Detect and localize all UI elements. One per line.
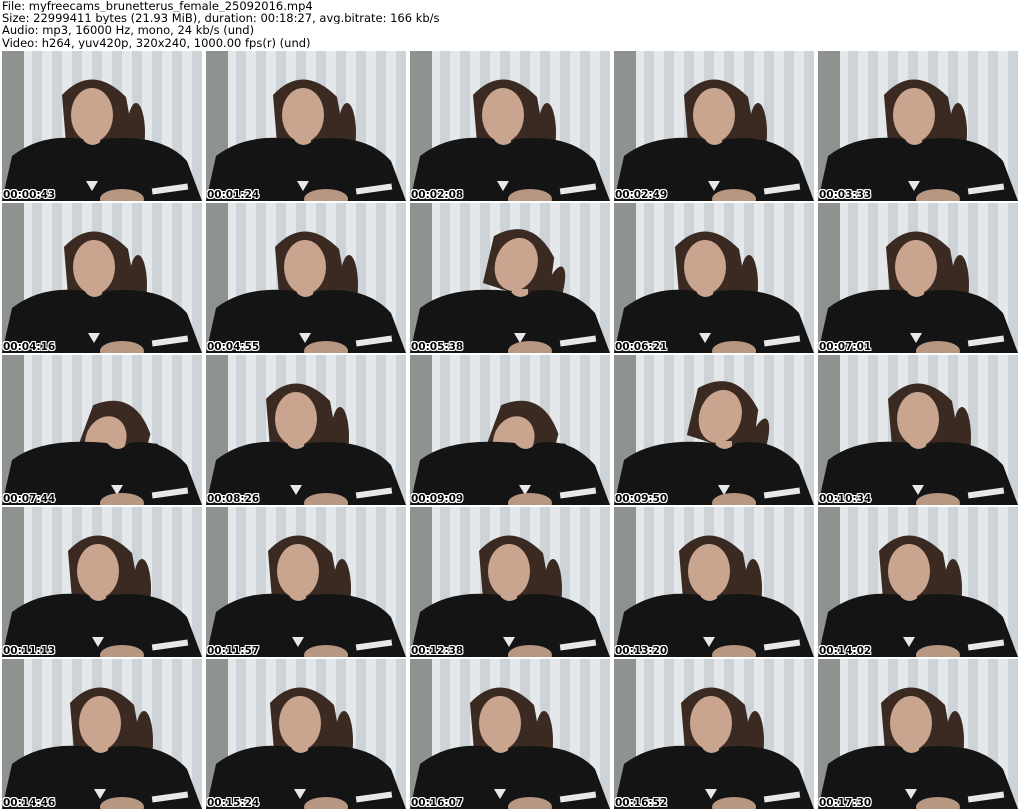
- video-frame-icon: [410, 507, 610, 657]
- thumbnail-grid: 00:00:43 00:01:24 00:02:08 00:02:49 00:0…: [2, 51, 1024, 811]
- video-thumbnail: 00:06:21: [614, 203, 814, 353]
- thumbnail-timestamp: 00:07:44: [3, 493, 56, 505]
- video-frame-icon: [818, 355, 1018, 505]
- video-frame-icon: [206, 659, 406, 809]
- video-thumbnail: 00:05:38: [410, 203, 610, 353]
- video-thumbnail: 00:01:24: [206, 51, 406, 201]
- video-frame-icon: [818, 659, 1018, 809]
- file-size-line: Size: 22999411 bytes (21.93 MiB), durati…: [2, 12, 440, 25]
- file-info-header: File: myfreecams_brunetterus_female_2509…: [2, 0, 1022, 50]
- video-thumbnail: 00:04:16: [2, 203, 202, 353]
- thumbnail-timestamp: 00:07:01: [819, 341, 872, 353]
- video-frame-icon: [614, 51, 814, 201]
- video-thumbnail: 00:03:33: [818, 51, 1018, 201]
- thumbnail-timestamp: 00:05:38: [411, 341, 464, 353]
- video-frame-icon: [818, 507, 1018, 657]
- video-thumbnail: 00:17:30: [818, 659, 1018, 809]
- video-thumbnail: 00:07:01: [818, 203, 1018, 353]
- video-frame-icon: [206, 203, 406, 353]
- thumbnail-timestamp: 00:16:07: [411, 797, 464, 809]
- video-thumbnail: 00:14:02: [818, 507, 1018, 657]
- thumbnail-timestamp: 00:00:43: [3, 189, 56, 201]
- video-thumbnail: 00:12:38: [410, 507, 610, 657]
- video-frame-icon: [410, 203, 610, 353]
- thumbnail-timestamp: 00:06:21: [615, 341, 668, 353]
- video-frame-icon: [410, 51, 610, 201]
- video-frame-icon: [206, 507, 406, 657]
- thumbnail-timestamp: 00:10:34: [819, 493, 872, 505]
- video-frame-icon: [614, 507, 814, 657]
- thumbnail-timestamp: 00:04:55: [207, 341, 260, 353]
- video-thumbnail: 00:02:08: [410, 51, 610, 201]
- video-thumbnail: 00:11:57: [206, 507, 406, 657]
- video-frame-icon: [2, 659, 202, 809]
- video-frame-icon: [206, 355, 406, 505]
- video-thumbnail: 00:15:24: [206, 659, 406, 809]
- thumbnail-timestamp: 00:13:20: [615, 645, 668, 657]
- video-thumbnail: 00:14:46: [2, 659, 202, 809]
- video-thumbnail: 00:16:52: [614, 659, 814, 809]
- video-thumbnail: 00:11:13: [2, 507, 202, 657]
- video-frame-icon: [818, 51, 1018, 201]
- video-frame-icon: [614, 355, 814, 505]
- thumbnail-timestamp: 00:04:16: [3, 341, 56, 353]
- video-thumbnail: 00:04:55: [206, 203, 406, 353]
- thumbnail-timestamp: 00:16:52: [615, 797, 668, 809]
- video-thumbnail: 00:02:49: [614, 51, 814, 201]
- thumbnail-timestamp: 00:14:46: [3, 797, 56, 809]
- video-thumbnail: 00:07:44: [2, 355, 202, 505]
- thumbnail-timestamp: 00:15:24: [207, 797, 260, 809]
- video-frame-icon: [2, 355, 202, 505]
- video-thumbnail: 00:09:50: [614, 355, 814, 505]
- video-frame-icon: [2, 203, 202, 353]
- audio-info-line: Audio: mp3, 16000 Hz, mono, 24 kb/s (und…: [2, 24, 255, 37]
- video-frame-icon: [614, 659, 814, 809]
- video-thumbnail: 00:16:07: [410, 659, 610, 809]
- thumbnail-timestamp: 00:09:50: [615, 493, 668, 505]
- thumbnail-timestamp: 00:14:02: [819, 645, 872, 657]
- thumbnail-timestamp: 00:09:09: [411, 493, 464, 505]
- video-info-line: Video: h264, yuv420p, 320x240, 1000.00 f…: [2, 36, 311, 49]
- video-thumbnail: 00:00:43: [2, 51, 202, 201]
- video-thumbnail: 00:13:20: [614, 507, 814, 657]
- thumbnail-timestamp: 00:12:38: [411, 645, 464, 657]
- thumbnail-timestamp: 00:01:24: [207, 189, 260, 201]
- video-thumbnail: 00:09:09: [410, 355, 610, 505]
- video-frame-icon: [818, 203, 1018, 353]
- video-frame-icon: [410, 659, 610, 809]
- video-frame-icon: [410, 355, 610, 505]
- video-frame-icon: [614, 203, 814, 353]
- video-thumbnail: 00:08:26: [206, 355, 406, 505]
- thumbnail-timestamp: 00:03:33: [819, 189, 872, 201]
- thumbnail-timestamp: 00:02:49: [615, 189, 668, 201]
- video-thumbnail: 00:10:34: [818, 355, 1018, 505]
- thumbnail-timestamp: 00:17:30: [819, 797, 872, 809]
- video-frame-icon: [206, 51, 406, 201]
- thumbnail-timestamp: 00:11:57: [207, 645, 260, 657]
- thumbnail-timestamp: 00:02:08: [411, 189, 464, 201]
- file-name-line: File: myfreecams_brunetterus_female_2509…: [2, 0, 313, 13]
- video-frame-icon: [2, 507, 202, 657]
- thumbnail-timestamp: 00:11:13: [3, 645, 56, 657]
- thumbnail-timestamp: 00:08:26: [207, 493, 260, 505]
- video-frame-icon: [2, 51, 202, 201]
